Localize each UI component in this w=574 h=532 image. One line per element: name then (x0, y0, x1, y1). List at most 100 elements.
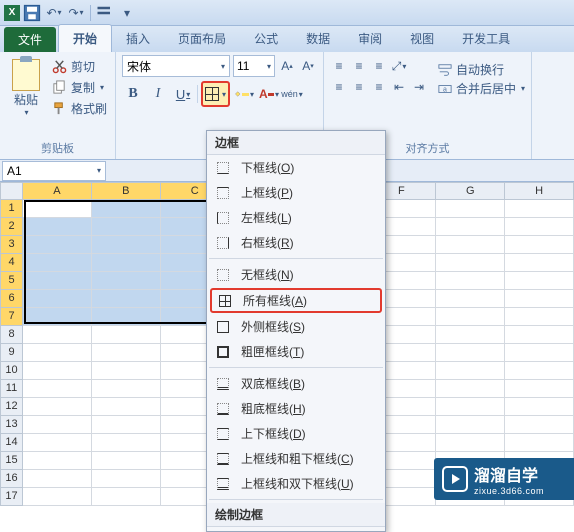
align-left-icon[interactable]: ≡ (330, 78, 348, 96)
cell[interactable] (23, 272, 92, 290)
cell[interactable] (92, 272, 161, 290)
cell[interactable] (23, 362, 92, 380)
tab-insert[interactable]: 插入 (112, 25, 164, 52)
menu-item-bottom[interactable]: 下框线(O) (207, 155, 385, 180)
increase-font-icon[interactable]: A▴ (278, 57, 296, 75)
cell[interactable] (92, 452, 161, 470)
wrap-text-button[interactable]: 自动换行 (438, 61, 525, 78)
column-header[interactable]: G (436, 182, 505, 200)
row-header[interactable]: 1 (0, 200, 23, 218)
menu-item-dbot[interactable]: 双底框线(B) (207, 371, 385, 396)
cell[interactable] (23, 290, 92, 308)
cell[interactable] (23, 452, 92, 470)
cell[interactable] (505, 434, 574, 452)
menu-item-left[interactable]: 左框线(L) (207, 205, 385, 230)
fill-color-button[interactable]: ▾ (233, 83, 255, 105)
cell[interactable] (505, 290, 574, 308)
row-header[interactable]: 7 (0, 308, 23, 326)
cell[interactable] (505, 416, 574, 434)
cell[interactable] (505, 362, 574, 380)
name-box[interactable]: A1▾ (2, 161, 106, 181)
row-header[interactable]: 15 (0, 452, 23, 470)
align-middle-icon[interactable]: ≡ (350, 57, 368, 75)
cell[interactable] (23, 470, 92, 488)
cell[interactable] (23, 416, 92, 434)
cell[interactable] (23, 308, 92, 326)
cell[interactable] (436, 344, 505, 362)
row-header[interactable]: 14 (0, 434, 23, 452)
cell[interactable] (436, 218, 505, 236)
cell[interactable] (92, 362, 161, 380)
cell[interactable] (505, 236, 574, 254)
format-painter-button[interactable]: 格式刷 (50, 99, 109, 118)
cell[interactable] (92, 308, 161, 326)
cell[interactable] (23, 488, 92, 506)
row-header[interactable]: 13 (0, 416, 23, 434)
cell[interactable] (92, 470, 161, 488)
select-all-corner[interactable] (0, 182, 23, 200)
menu-item-top[interactable]: 上框线(P) (207, 180, 385, 205)
font-size-selector[interactable]: 11▾ (233, 55, 275, 77)
row-header[interactable]: 11 (0, 380, 23, 398)
row-header[interactable]: 4 (0, 254, 23, 272)
cell[interactable] (23, 236, 92, 254)
menu-item-thbot[interactable]: 粗底框线(H) (207, 396, 385, 421)
cell[interactable] (92, 380, 161, 398)
menu-item-topthbot[interactable]: 上框线和粗下框线(C) (207, 446, 385, 471)
cell[interactable] (92, 344, 161, 362)
tab-view[interactable]: 视图 (396, 25, 448, 52)
cell[interactable] (23, 254, 92, 272)
row-header[interactable]: 10 (0, 362, 23, 380)
menu-item-topdbot[interactable]: 上框线和双下框线(U) (207, 471, 385, 496)
qat-customize-icon[interactable] (95, 3, 115, 23)
orientation-icon[interactable]: ⤢▾ (390, 57, 408, 75)
cell[interactable] (505, 218, 574, 236)
tab-file[interactable]: 文件 (4, 27, 56, 52)
cell[interactable] (436, 308, 505, 326)
row-header[interactable]: 5 (0, 272, 23, 290)
cell[interactable] (92, 488, 161, 506)
cut-button[interactable]: 剪切 (50, 57, 109, 76)
cell[interactable] (436, 272, 505, 290)
cell[interactable] (23, 434, 92, 452)
decrease-indent-icon[interactable]: ⇤ (390, 78, 408, 96)
cell[interactable] (23, 380, 92, 398)
align-bottom-icon[interactable]: ≡ (370, 57, 388, 75)
cell[interactable] (505, 398, 574, 416)
tab-dev[interactable]: 开发工具 (448, 25, 524, 52)
cell[interactable] (23, 326, 92, 344)
cell[interactable] (92, 236, 161, 254)
align-center-icon[interactable]: ≡ (350, 78, 368, 96)
italic-button[interactable]: I (147, 83, 169, 105)
row-header[interactable]: 12 (0, 398, 23, 416)
cell[interactable] (92, 398, 161, 416)
cell[interactable] (436, 380, 505, 398)
font-color-button[interactable]: A▾ (258, 83, 280, 105)
column-header[interactable]: B (92, 182, 161, 200)
cell[interactable] (92, 218, 161, 236)
paste-button[interactable]: 粘贴 ▾ (6, 55, 46, 138)
cell[interactable] (505, 344, 574, 362)
menu-item-right[interactable]: 右框线(R) (207, 230, 385, 255)
copy-button[interactable]: 复制▾ (50, 78, 109, 97)
menu-item-none[interactable]: 无框线(N) (207, 262, 385, 287)
bold-button[interactable]: B (122, 83, 144, 105)
tab-review[interactable]: 审阅 (344, 25, 396, 52)
cell[interactable] (92, 290, 161, 308)
qat-more-icon[interactable]: ▾ (117, 3, 137, 23)
cell[interactable] (436, 398, 505, 416)
cell[interactable] (436, 290, 505, 308)
cell[interactable] (505, 272, 574, 290)
tab-home[interactable]: 开始 (58, 24, 112, 52)
cell[interactable] (92, 434, 161, 452)
merge-center-button[interactable]: a合并后居中▾ (438, 80, 525, 97)
underline-button[interactable]: U▾ (172, 83, 194, 105)
tab-formula[interactable]: 公式 (240, 25, 292, 52)
cell[interactable] (505, 200, 574, 218)
cell[interactable] (436, 254, 505, 272)
row-header[interactable]: 16 (0, 470, 23, 488)
cell[interactable] (436, 362, 505, 380)
cell[interactable] (505, 380, 574, 398)
menu-item-all[interactable]: 所有框线(A) (210, 288, 382, 313)
tab-layout[interactable]: 页面布局 (164, 25, 240, 52)
